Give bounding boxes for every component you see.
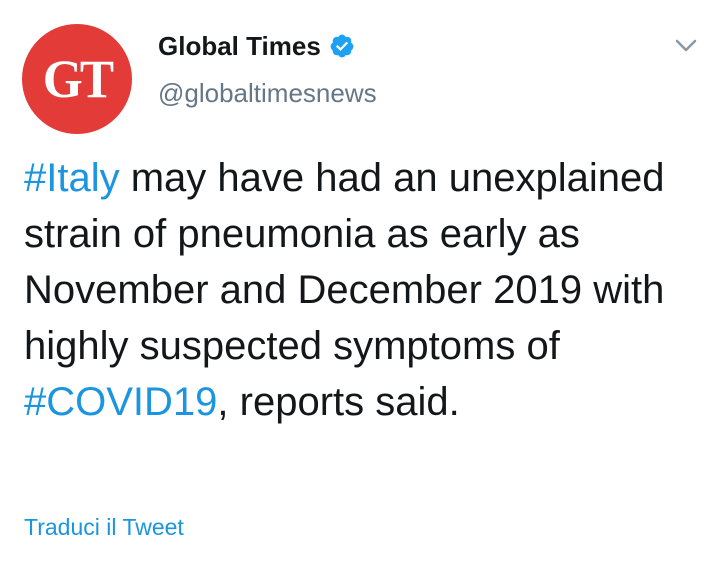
chevron-down-icon[interactable]: [672, 36, 700, 56]
author-handle[interactable]: @globaltimesnews: [158, 78, 377, 109]
verified-badge-icon: [330, 34, 354, 58]
tweet-body-text: may have had an unexplained strain of pn…: [24, 156, 665, 368]
tweet-body-end-text: , reports said.: [217, 380, 460, 424]
hashtag-covid19[interactable]: #COVID19: [24, 380, 217, 424]
hashtag-italy[interactable]: #Italy: [24, 156, 120, 200]
translate-tweet-link[interactable]: Traduci il Tweet: [24, 514, 184, 541]
tweet-text: #Italy may have had an unexplained strai…: [24, 150, 694, 430]
global-times-logo: GT: [42, 49, 114, 109]
author-name-row: Global Times: [158, 28, 355, 64]
tweet-card: GT Global Times @globaltimesnews #Italy …: [0, 0, 720, 573]
avatar[interactable]: GT: [22, 24, 132, 134]
display-name[interactable]: Global Times: [158, 31, 321, 62]
